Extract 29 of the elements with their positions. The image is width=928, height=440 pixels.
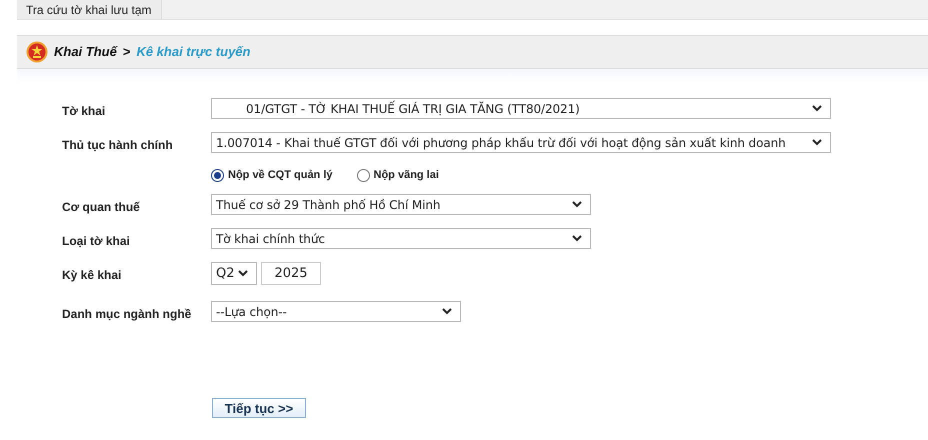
continue-button[interactable]: Tiếp tục >> xyxy=(212,398,306,418)
quarter-dropdown[interactable]: Q2 xyxy=(211,262,257,285)
dropdown[interactable]: 1.007014 - Khai thuế GTGT đối với phương pháp khấu trừ đối với hoạt động sản xuất kinh doanh xyxy=(211,132,831,153)
tab[interactable]: Tra cứu tờ khai lưu tạm xyxy=(17,0,162,19)
radio-button[interactable] xyxy=(211,168,224,182)
chevron-down-icon xyxy=(442,308,452,315)
radio-label: Nộp về CQT quản lý xyxy=(228,168,333,183)
radio-button[interactable] xyxy=(356,168,370,182)
dropdown[interactable]: --Lựa chọn-- xyxy=(211,301,461,322)
chevron-down-icon xyxy=(572,235,582,242)
chevron-down-icon xyxy=(812,105,822,112)
dropdown[interactable]: 01/GTGT - TỜ KHAI THUẾ GIÁ TRỊ GIA TĂNG (TT80/2021) xyxy=(211,98,831,119)
breadcrumb-separator: > xyxy=(122,43,130,62)
field-label: Loại tờ khai xyxy=(62,234,130,248)
field-label: Tờ khai xyxy=(62,104,106,118)
chevron-down-icon xyxy=(812,139,822,146)
radio-label: Nộp vãng lai xyxy=(374,168,439,183)
chevron-down-icon xyxy=(572,201,582,208)
breadcrumb-parent[interactable]: Khai Thuế xyxy=(54,42,117,62)
chevron-down-icon xyxy=(238,270,248,277)
year-input[interactable]: 2025 xyxy=(261,262,321,285)
field-label: Cơ quan thuế xyxy=(62,200,140,214)
field-label: Danh mục ngành nghề xyxy=(62,307,192,321)
emblem-icon xyxy=(26,41,48,63)
field-label: Kỳ kê khai xyxy=(62,268,122,282)
field-label: Thủ tục hành chính xyxy=(62,138,173,152)
breadcrumb-current: Kê khai trực tuyến xyxy=(136,43,250,62)
dropdown[interactable]: Thuế cơ sở 29 Thành phố Hồ Chí Minh xyxy=(211,194,591,215)
dropdown[interactable]: Tờ khai chính thức xyxy=(211,228,591,249)
